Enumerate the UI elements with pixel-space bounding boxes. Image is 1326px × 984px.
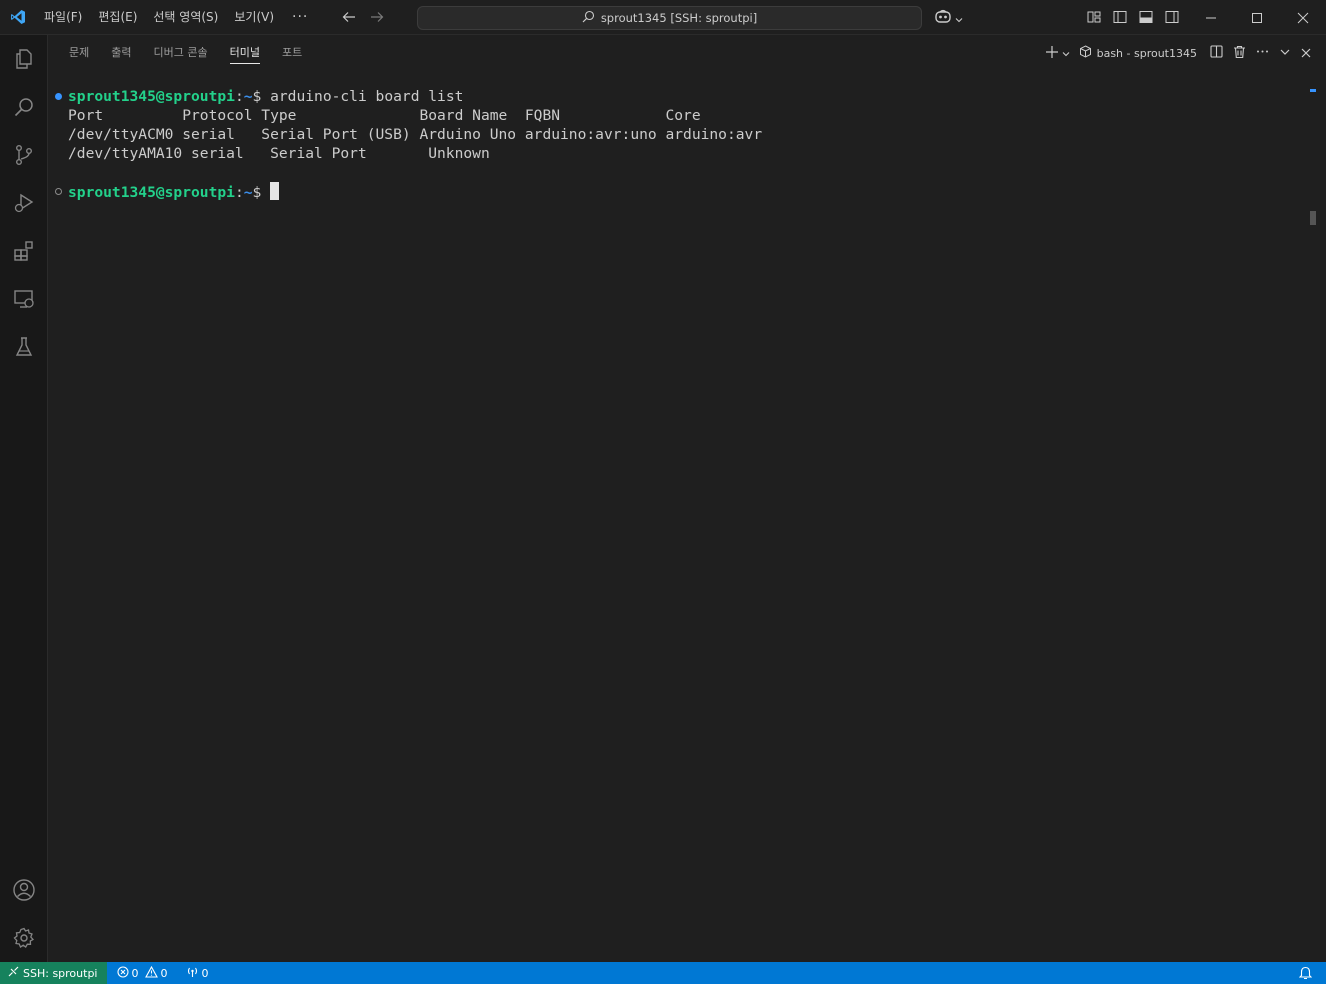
remote-indicator[interactable]: SSH: sproutpi (0, 962, 107, 984)
search-view-icon[interactable] (0, 83, 48, 131)
forward-arrow-icon[interactable] (368, 8, 386, 26)
more-actions-ellipsis-icon[interactable] (1255, 44, 1270, 63)
remote-explorer-icon[interactable] (0, 275, 48, 323)
error-count: 0 (131, 966, 139, 980)
command-center-label: sprout1345 [SSH: sproutpi] (600, 11, 758, 25)
tab-debug-console[interactable]: 디버그 콘솔 (145, 35, 217, 70)
prompt-user: sprout1345@sproutpi (68, 184, 235, 201)
command-success-decoration-icon[interactable] (55, 93, 62, 100)
run-debug-icon[interactable] (0, 179, 48, 227)
terminal-cursor (270, 182, 280, 200)
terminal-output-line: /dev/ttyAMA10 serial Serial Port Unknown (68, 145, 490, 162)
activity-bar (0, 35, 48, 962)
prompt-symbol: $ (252, 88, 271, 105)
prompt-path: ~ (243, 184, 253, 201)
copilot-icon (934, 9, 952, 29)
toggle-primary-sidebar-icon[interactable] (1112, 9, 1128, 29)
terminal-cube-icon (1079, 45, 1092, 61)
prompt-symbol: $ (252, 184, 271, 201)
extensions-icon[interactable] (0, 227, 48, 275)
customize-layout-icon[interactable] (1086, 9, 1102, 29)
copilot-button[interactable] (934, 9, 964, 29)
tab-problems[interactable]: 문제 (60, 35, 98, 70)
layout-controls (1086, 9, 1180, 29)
chevron-down-icon (954, 10, 964, 29)
prompt-path: ~ (243, 88, 253, 105)
navigation-arrows (340, 8, 386, 26)
explorer-files-icon[interactable] (0, 35, 48, 83)
kill-terminal-trash-icon[interactable] (1232, 44, 1247, 63)
toggle-secondary-sidebar-icon[interactable] (1164, 9, 1180, 29)
terminal-command-line: sprout1345@sproutpi:~$ arduino-cli board… (68, 87, 463, 106)
window-controls (1188, 0, 1326, 35)
source-control-icon[interactable] (0, 131, 48, 179)
terminal-profile-chevron-down-icon[interactable] (1061, 44, 1071, 63)
terminal-output-line: /dev/ttyACM0 serial Serial Port (USB) Ar… (68, 126, 763, 143)
menu-edit[interactable]: 편집(E) (90, 5, 145, 29)
split-terminal-icon[interactable] (1209, 44, 1224, 63)
maximize-panel-chevron-icon[interactable] (1278, 44, 1292, 63)
terminal-command: arduino-cli board list (270, 88, 464, 105)
terminal-instance-label[interactable]: bash - sprout1345 (1079, 45, 1197, 61)
tab-terminal[interactable]: 터미널 (221, 35, 269, 70)
back-arrow-icon[interactable] (340, 8, 358, 26)
menu-selection[interactable]: 선택 영역(S) (145, 5, 226, 29)
panel-tabs: 문제 출력 디버그 콘솔 터미널 포트 (48, 35, 315, 70)
title-bar: 파일(F) 편집(E) 선택 영역(S) 보기(V) ··· sprout134… (0, 0, 1326, 35)
tab-ports[interactable]: 포트 (273, 35, 311, 70)
remote-connection-icon (8, 966, 19, 980)
menu-more-button[interactable]: ··· (282, 9, 318, 25)
minimize-icon[interactable] (1188, 0, 1234, 35)
warning-icon (144, 965, 158, 981)
prompt-user: sprout1345@sproutpi (68, 88, 235, 105)
scrollbar-cursor-marker (1310, 211, 1316, 225)
status-bar: SSH: sproutpi 0 0 0 (0, 962, 1326, 984)
command-pending-decoration-icon[interactable] (55, 188, 62, 195)
antenna-icon (186, 966, 199, 981)
tab-output[interactable]: 출력 (102, 35, 140, 70)
menu-file[interactable]: 파일(F) (36, 5, 90, 29)
notifications-bell-icon[interactable] (1298, 966, 1313, 983)
account-icon[interactable] (0, 866, 48, 914)
prompt-separator: : (234, 184, 244, 201)
prompt-separator: : (234, 88, 244, 105)
terminal-panel: 문제 출력 디버그 콘솔 터미널 포트 bash - sprout1345 sp… (48, 35, 1326, 962)
forwarded-ports-status[interactable]: 0 (180, 962, 215, 984)
menu-bar: 파일(F) 편집(E) 선택 영역(S) 보기(V) ··· (36, 0, 318, 35)
close-panel-icon[interactable] (1300, 44, 1312, 63)
terminal-current-prompt: sprout1345@sproutpi:~$ (68, 182, 280, 202)
testing-flask-icon[interactable] (0, 323, 48, 371)
search-icon (582, 10, 595, 26)
panel-actions: bash - sprout1345 (1045, 42, 1312, 64)
terminal-view[interactable]: sprout1345@sproutpi:~$ arduino-cli board… (48, 87, 1310, 957)
ports-count: 0 (201, 966, 209, 980)
problems-status[interactable]: 0 0 (111, 962, 174, 984)
warning-count: 0 (160, 966, 168, 980)
settings-gear-icon[interactable] (0, 914, 48, 962)
maximize-icon[interactable] (1234, 0, 1280, 35)
remote-label: SSH: sproutpi (23, 966, 98, 980)
terminal-name: bash - sprout1345 (1096, 46, 1197, 60)
close-window-icon[interactable] (1280, 0, 1326, 35)
menu-view[interactable]: 보기(V) (226, 5, 282, 29)
vscode-logo-icon (0, 0, 36, 35)
error-icon (116, 965, 129, 981)
scrollbar-overview-marker (1310, 89, 1316, 92)
command-center-search[interactable]: sprout1345 [SSH: sproutpi] (417, 6, 922, 30)
toggle-panel-icon[interactable] (1138, 9, 1154, 29)
new-terminal-plus-icon[interactable] (1045, 44, 1059, 63)
terminal-output-header: Port Protocol Type Board Name FQBN Core (68, 107, 701, 124)
